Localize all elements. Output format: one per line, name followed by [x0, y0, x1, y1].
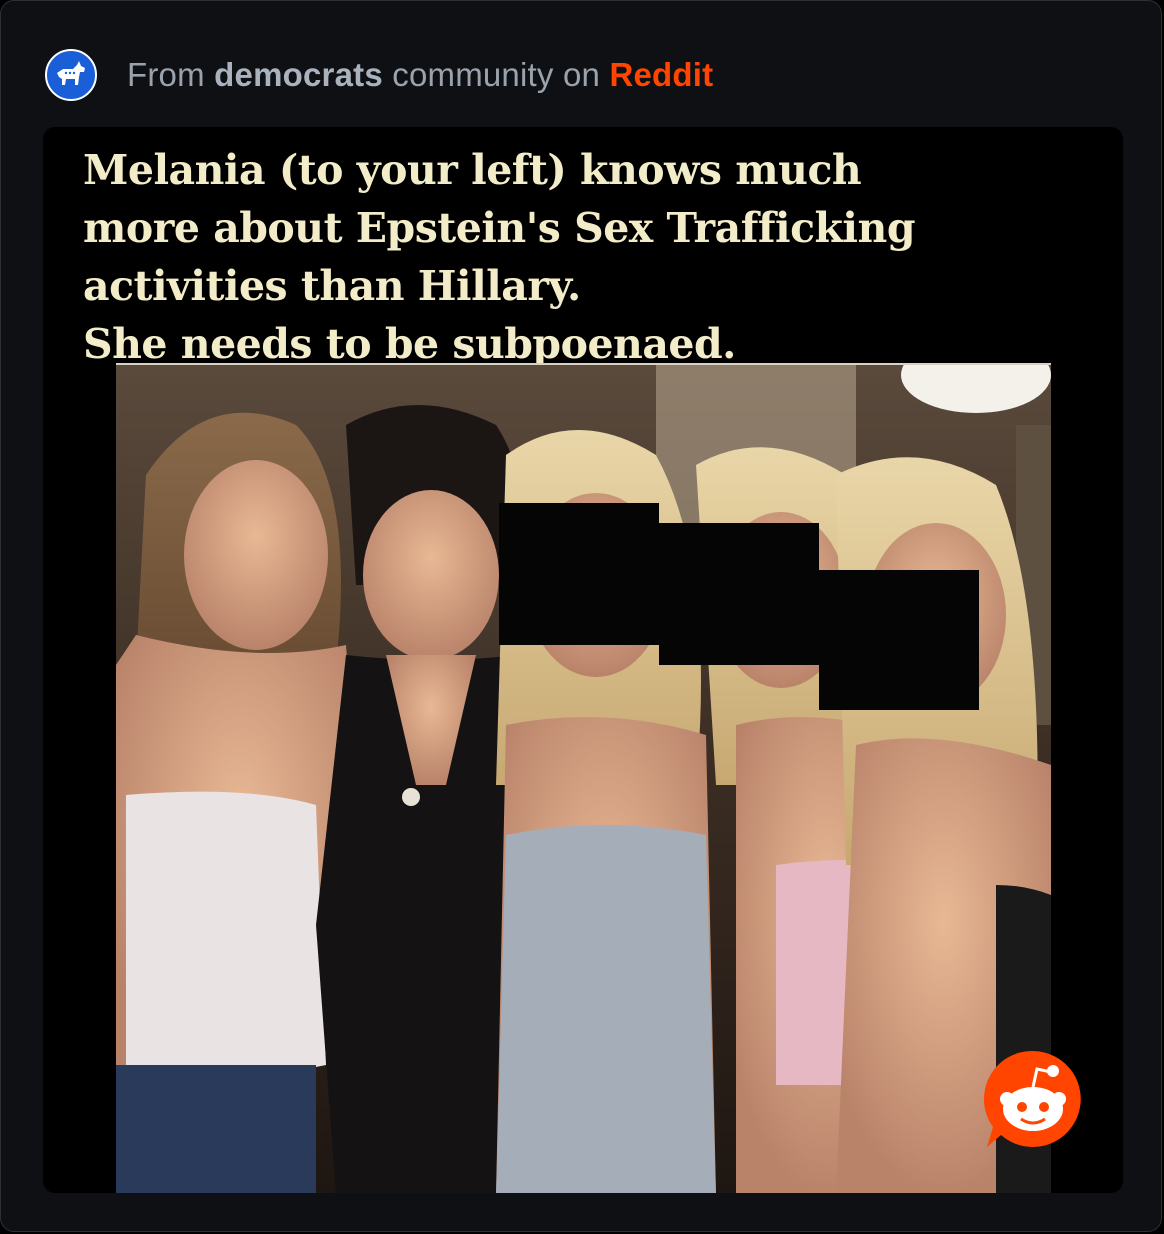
embed-header: From democrats community on Reddit — [45, 49, 713, 101]
community-link[interactable]: democrats — [214, 56, 383, 93]
source-prefix: From — [127, 56, 205, 93]
source-middle: community on — [392, 56, 601, 93]
donkey-icon[interactable] — [45, 49, 97, 101]
reddit-snoo-icon — [981, 1047, 1085, 1151]
image-caption: Melania (to your left) knows much more a… — [83, 146, 916, 368]
group-photo — [116, 363, 1051, 1193]
embed-source-text: From democrats community on Reddit — [127, 56, 713, 94]
embed-card: From democrats community on Reddit Melan… — [0, 0, 1162, 1232]
post-image[interactable]: Melania (to your left) knows much more a… — [43, 127, 1123, 1193]
platform-link[interactable]: Reddit — [609, 56, 713, 93]
